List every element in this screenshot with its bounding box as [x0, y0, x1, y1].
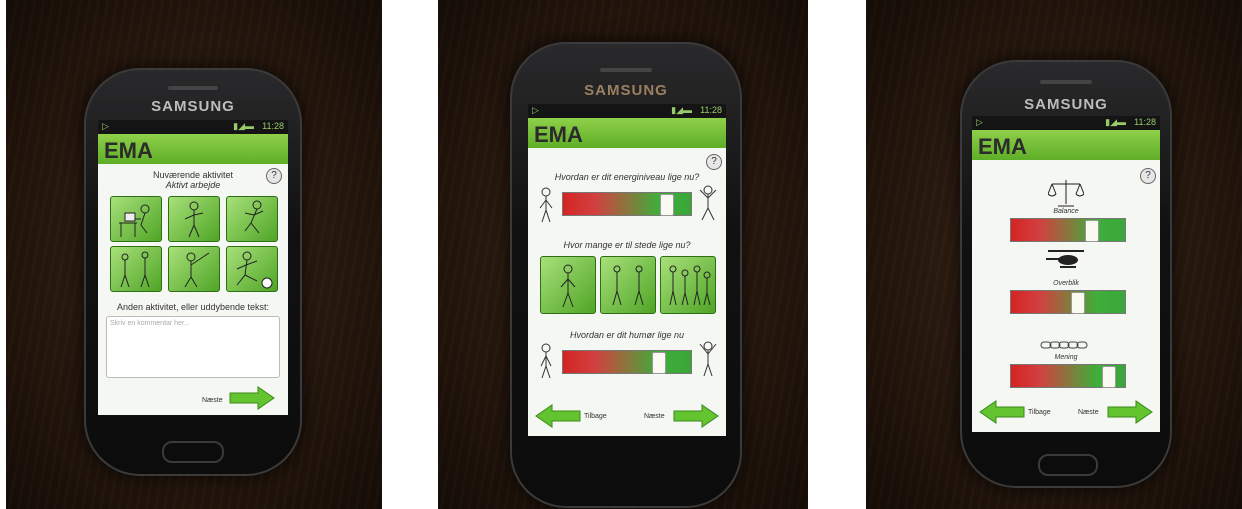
energy-slider[interactable] — [562, 192, 692, 216]
brand-label: SAMSUNG — [151, 98, 235, 115]
scales-icon — [1048, 180, 1084, 207]
photo-1: SAMSUNG ▷ ▮◢▬ 11:28 EMA ? Nuværende akti… — [6, 0, 382, 509]
meaning-slider-knob[interactable] — [1102, 366, 1116, 388]
alone-icon — [560, 264, 576, 308]
overview-slider-knob[interactable] — [1071, 292, 1085, 314]
app-header: EMA — [528, 118, 726, 148]
sad-figure-icon — [540, 343, 552, 379]
photo-3: SAMSUNG ▷ ▮◢▬ 11:28 EMA ? Balance Overbl… — [866, 0, 1242, 509]
brand-label: SAMSUNG — [1024, 96, 1108, 113]
notification-icon: ▷ — [976, 117, 983, 127]
earpiece — [1040, 80, 1092, 84]
desk-work-icon — [119, 204, 150, 237]
app-title: EMA — [534, 122, 583, 147]
people-tile-alone[interactable] — [540, 256, 596, 314]
standing-group-icon — [120, 251, 150, 288]
activity-subheading: Aktivt arbejde — [165, 180, 221, 190]
comment-label: Anden aktivitet, eller uddybende tekst: — [116, 302, 270, 312]
photo-2: SAMSUNG ▷ ▮◢▬ 11:28 EMA ? Hvordan er dit… — [438, 0, 808, 509]
chain-icon — [1040, 341, 1088, 349]
earpiece — [168, 86, 218, 90]
activity-tile-group[interactable] — [110, 246, 162, 292]
screen-3: ▷ ▮◢▬ 11:28 EMA ? Balance Overblik Menin… — [972, 116, 1160, 432]
next-arrow-icon[interactable] — [228, 386, 276, 410]
status-time: 11:28 — [262, 121, 284, 131]
help-icon[interactable]: ? — [1140, 168, 1156, 184]
next-label[interactable]: Næste — [1078, 409, 1099, 416]
meaning-slider[interactable] — [1010, 364, 1126, 388]
status-bar: ▷ ▮◢▬ 11:28 — [98, 120, 288, 134]
status-time: 11:28 — [700, 105, 722, 115]
screen-1: ▷ ▮◢▬ 11:28 EMA ? Nuværende aktivitet Ak… — [98, 120, 288, 415]
status-bar: ▷ ▮◢▬ 11:28 — [972, 116, 1160, 130]
home-button[interactable] — [1038, 454, 1098, 476]
people-question: Hvor mange er til stede lige nu? — [563, 240, 691, 250]
activity-tile-standing[interactable] — [168, 196, 220, 242]
overview-label: Overblik — [1053, 280, 1079, 287]
next-label[interactable]: Næste — [644, 413, 665, 420]
helicopter-icon — [1046, 250, 1084, 268]
activity-heading: Nuværende aktivitet — [152, 170, 234, 180]
happy-figure-icon — [699, 341, 717, 377]
next-arrow-icon[interactable] — [672, 404, 720, 428]
people-tile-many[interactable] — [660, 256, 716, 314]
overview-slider[interactable] — [1010, 290, 1126, 314]
app-title: EMA — [104, 138, 153, 163]
many-people-icon — [669, 265, 711, 306]
screen-2: ▷ ▮◢▬ 11:28 EMA ? Hvordan er dit energin… — [528, 104, 726, 436]
signal-icon: ▮◢▬ — [233, 121, 254, 131]
back-label[interactable]: Tilbage — [584, 413, 607, 420]
next-label[interactable]: Næste — [202, 397, 223, 404]
phone-2: SAMSUNG ▷ ▮◢▬ 11:28 EMA ? Hvordan er dit… — [510, 42, 742, 508]
jumping-icon — [244, 200, 264, 234]
back-arrow-icon[interactable] — [978, 400, 1026, 424]
notification-icon: ▷ — [532, 105, 539, 115]
signal-icon: ▮◢▬ — [671, 105, 692, 115]
tired-figure-icon — [539, 187, 553, 223]
balance-slider[interactable] — [1010, 218, 1126, 242]
app-title: EMA — [978, 134, 1027, 159]
activity-tile-chopping[interactable] — [168, 246, 220, 292]
status-bar: ▷ ▮◢▬ 11:28 — [528, 104, 726, 118]
mood-slider-knob[interactable] — [652, 352, 666, 374]
energy-slider-knob[interactable] — [660, 194, 674, 216]
football-icon — [236, 251, 273, 289]
earpiece — [600, 68, 652, 72]
app-header: EMA — [98, 134, 288, 164]
meaning-label: Mening — [1054, 354, 1078, 361]
balance-label: Balance — [1053, 208, 1079, 215]
energy-question: Hvordan er dit energiniveau lige nu? — [554, 172, 700, 182]
status-time: 11:28 — [1134, 117, 1156, 127]
brand-label: SAMSUNG — [584, 82, 668, 99]
standing-activity-icon — [184, 201, 204, 238]
notification-icon: ▷ — [102, 121, 109, 131]
back-arrow-icon[interactable] — [534, 404, 582, 428]
activity-tile-football[interactable] — [226, 246, 278, 292]
next-arrow-icon[interactable] — [1106, 400, 1154, 424]
balance-slider-knob[interactable] — [1085, 220, 1099, 242]
few-people-icon — [612, 265, 644, 306]
chopping-icon — [184, 252, 210, 288]
comment-field[interactable]: Skriv en kommentar her... — [106, 316, 280, 378]
energetic-figure-icon — [699, 185, 717, 221]
phone-1: SAMSUNG ▷ ▮◢▬ 11:28 EMA ? Nuværende akti… — [84, 68, 302, 476]
activity-tile-jumping[interactable] — [226, 196, 278, 242]
mood-slider[interactable] — [562, 350, 692, 374]
app-header: EMA — [972, 130, 1160, 160]
signal-icon: ▮◢▬ — [1105, 117, 1126, 127]
people-tile-few[interactable] — [600, 256, 656, 314]
phone-3: SAMSUNG ▷ ▮◢▬ 11:28 EMA ? Balance Overbl… — [960, 60, 1172, 488]
activity-tile-desk-work[interactable] — [110, 196, 162, 242]
help-icon[interactable]: ? — [706, 154, 722, 170]
back-label[interactable]: Tilbage — [1028, 409, 1051, 416]
home-button[interactable] — [162, 441, 224, 463]
